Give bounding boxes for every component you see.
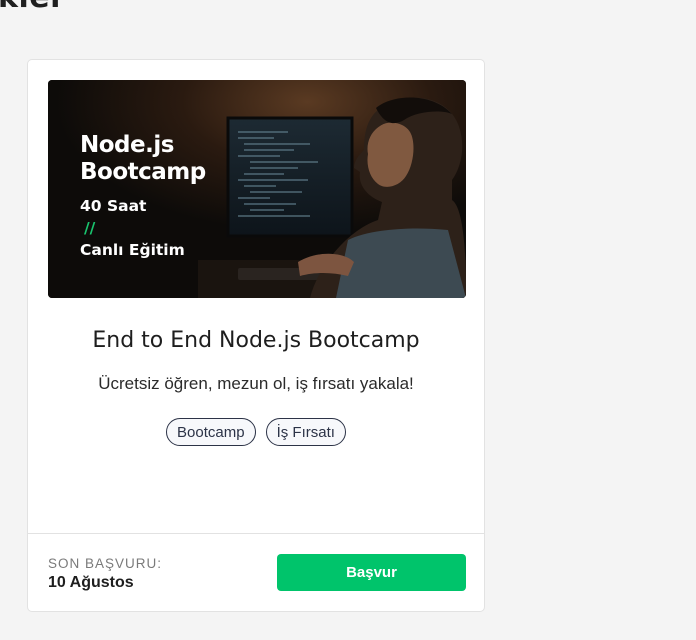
banner-slashes: //: [84, 219, 96, 237]
deadline-date: 10 Ağustos: [48, 574, 134, 591]
tag-job-opportunity[interactable]: İş Fırsatı: [265, 418, 346, 446]
tag-list: Bootcamp İş Fırsatı: [28, 418, 484, 446]
bootcamp-card[interactable]: Node.js Bootcamp 40 Saat// Canlı Eğitim …: [27, 59, 485, 612]
card-divider: [28, 533, 484, 534]
section-title: kler: [0, 0, 65, 15]
banner-hours-row: 40 Saat //: [80, 195, 206, 239]
card-description: Ücretsiz öğren, mezun ol, iş fırsatı yak…: [98, 374, 414, 393]
banner-subtitle: 40 Saat // Canlı Eğitim: [80, 195, 206, 261]
banner-hours: 40 Saat: [80, 197, 147, 215]
deadline-label: SON BAŞVURU:: [48, 556, 163, 571]
tag-bootcamp[interactable]: Bootcamp: [166, 418, 256, 446]
banner-title-line1: Node.js: [80, 132, 174, 158]
page: kler: [0, 0, 696, 640]
bootcamp-banner[interactable]: Node.js Bootcamp 40 Saat // Canlı Eğitim: [48, 80, 466, 298]
banner-mode: Canlı Eğitim: [80, 241, 185, 259]
card-title[interactable]: End to End Node.js Bootcamp: [28, 328, 484, 353]
banner-text: Node.js Bootcamp 40 Saat // Canlı Eğitim: [80, 132, 206, 261]
banner-title-line2: Bootcamp: [80, 159, 206, 185]
apply-button[interactable]: Başvur: [277, 554, 466, 591]
